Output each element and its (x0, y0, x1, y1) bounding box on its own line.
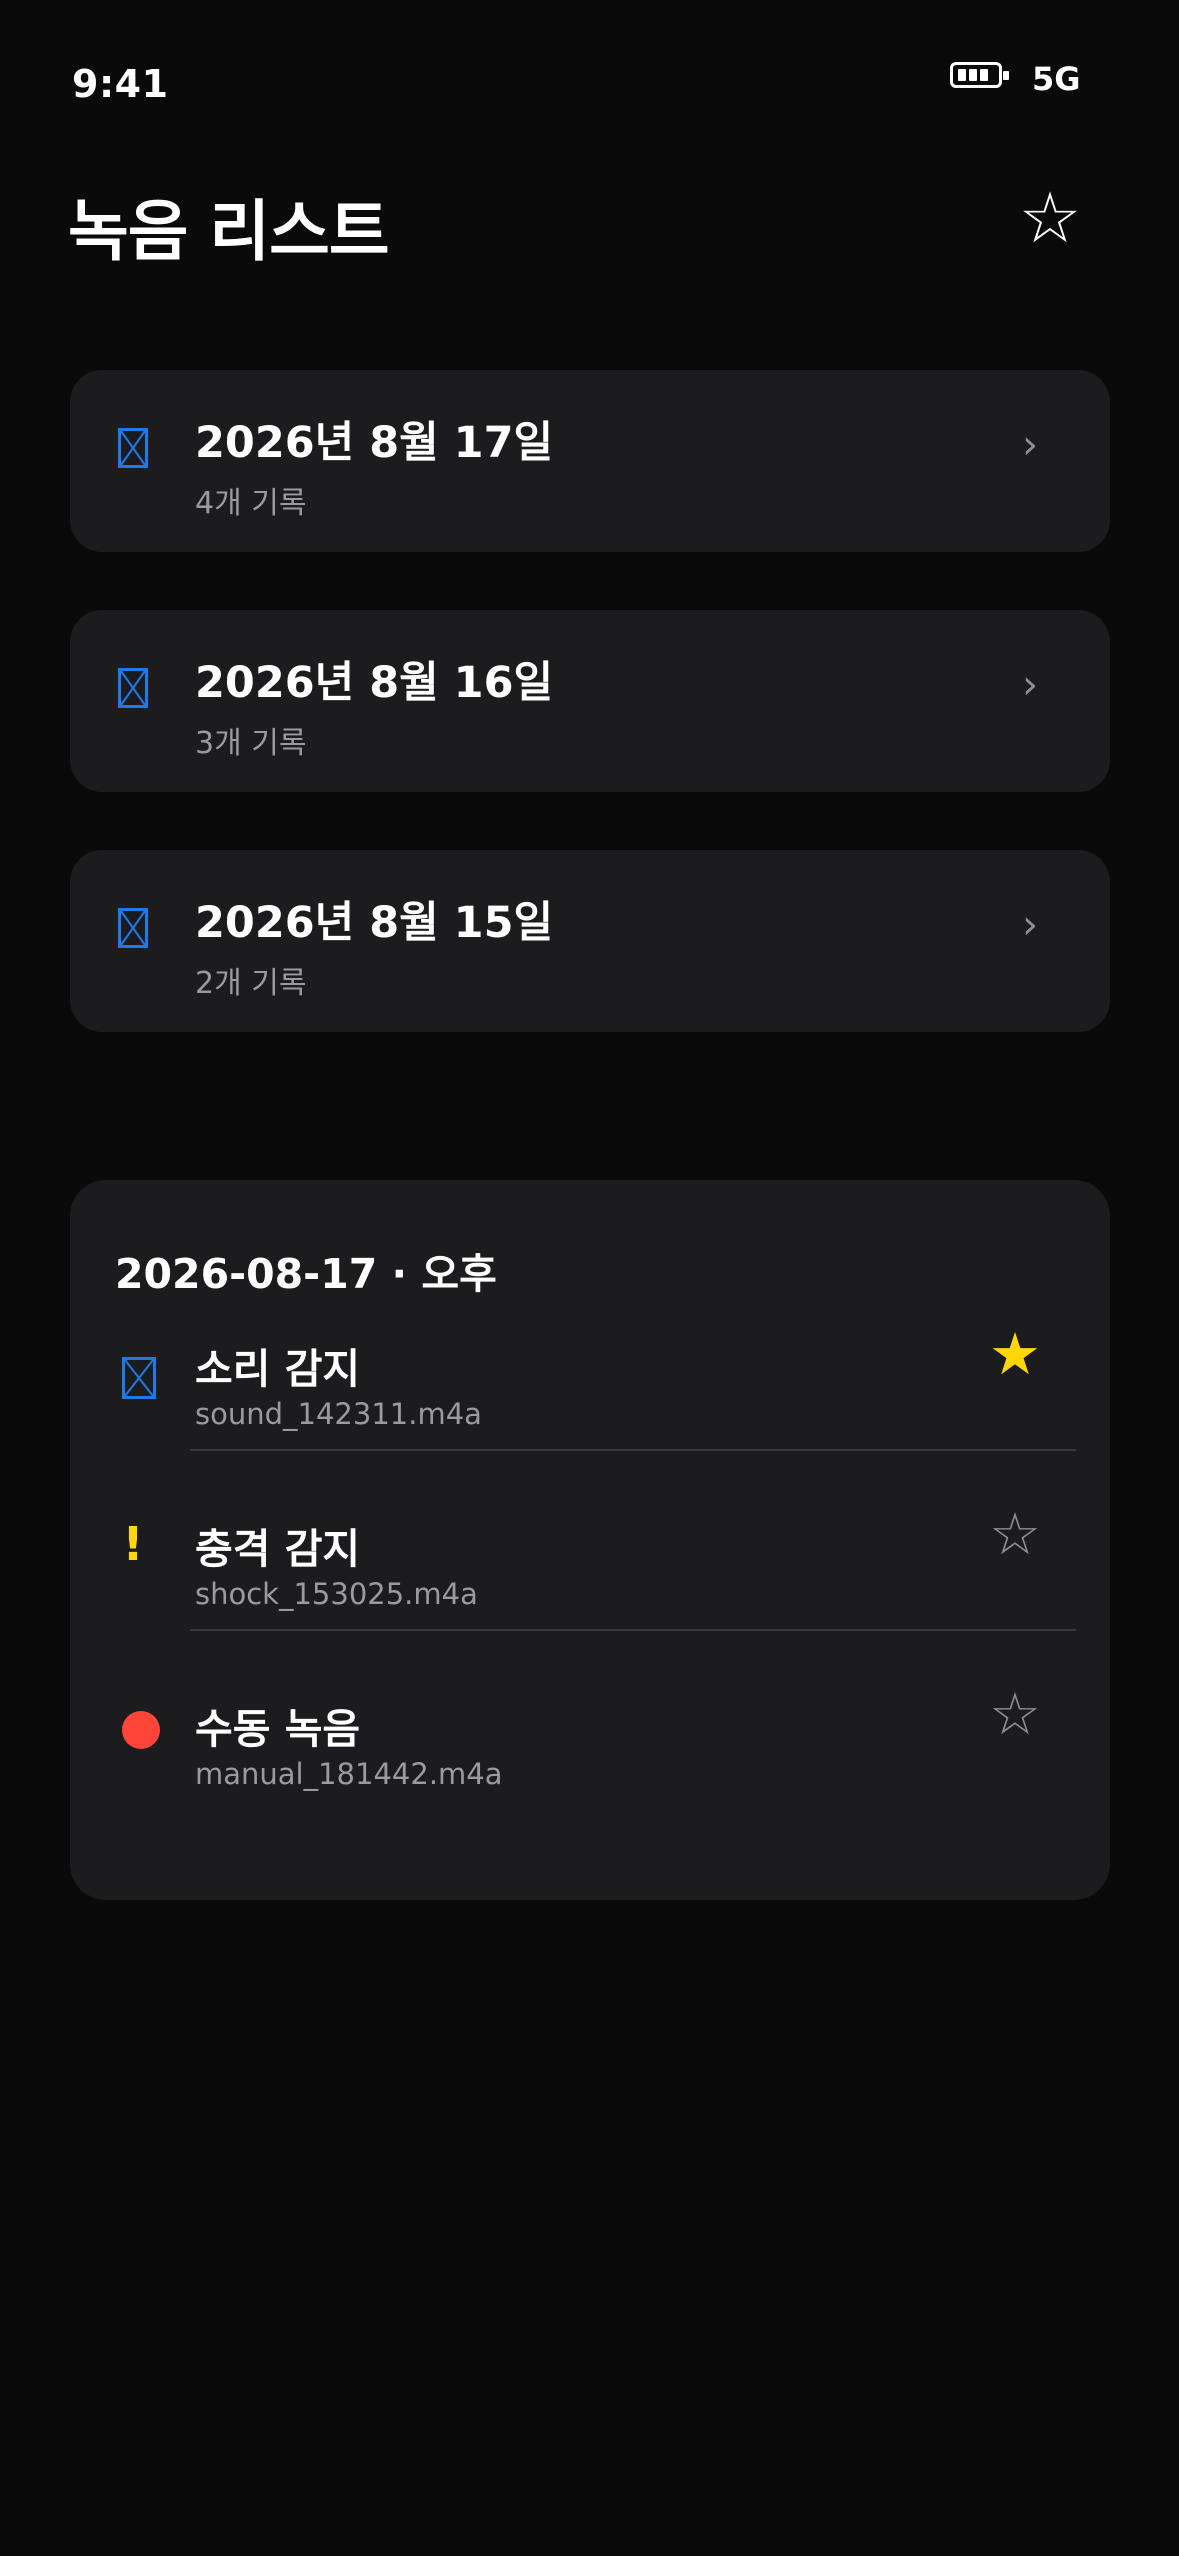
recording-file-icon (118, 428, 148, 468)
record-dot-icon (122, 1711, 160, 1749)
page-title: 녹음 리스트 (68, 193, 390, 270)
detail-header: 2026-08-17 · 오후 (115, 1250, 497, 1298)
recording-filename: shock_153025.m4a (195, 1577, 478, 1611)
battery-icon (950, 62, 1009, 88)
recording-filename: manual_181442.m4a (195, 1757, 503, 1791)
day-date-label: 2026년 8월 17일 (195, 418, 554, 468)
recording-file-icon (118, 668, 148, 708)
day-date-label: 2026년 8월 15일 (195, 898, 554, 948)
shock-alert-icon: ! (122, 1517, 144, 1571)
chevron-right-icon: › (1022, 422, 1038, 468)
recording-item-manual[interactable]: 수동 녹음 manual_181442.m4a ☆ (70, 1680, 1110, 1875)
status-time: 9:41 (72, 62, 169, 106)
divider (190, 1629, 1076, 1631)
network-label: 5G (1032, 60, 1081, 98)
status-bar: 9:41 5G (0, 0, 1179, 160)
chevron-right-icon: › (1022, 662, 1038, 708)
day-record-count: 2개 기록 (195, 966, 307, 1001)
recording-title: 소리 감지 (195, 1345, 361, 1393)
recording-item-shock[interactable]: ! 충격 감지 shock_153025.m4a ☆ (70, 1500, 1110, 1695)
day-date-label: 2026년 8월 16일 (195, 658, 554, 708)
favorites-button[interactable]: ☆ (1012, 180, 1088, 256)
star-outline-icon: ☆ (1018, 177, 1082, 259)
star-filled-icon[interactable]: ★ (980, 1319, 1050, 1389)
recording-detail-panel: 2026-08-17 · 오후 소리 감지 sound_142311.m4a ★… (70, 1180, 1110, 1900)
sound-detect-icon (122, 1357, 156, 1399)
day-card-2026-08-15[interactable]: 2026년 8월 15일 2개 기록 › (70, 850, 1110, 1032)
day-record-count: 4개 기록 (195, 486, 307, 521)
chevron-right-icon: › (1022, 902, 1038, 948)
recording-title: 충격 감지 (195, 1525, 361, 1573)
recording-filename: sound_142311.m4a (195, 1397, 482, 1431)
day-card-2026-08-17[interactable]: 2026년 8월 17일 4개 기록 › (70, 370, 1110, 552)
divider (190, 1449, 1076, 1451)
recording-item-sound[interactable]: 소리 감지 sound_142311.m4a ★ (70, 1320, 1110, 1515)
star-outline-icon[interactable]: ☆ (980, 1679, 1050, 1749)
recording-title: 수동 녹음 (195, 1705, 361, 1753)
day-record-count: 3개 기록 (195, 726, 307, 761)
recording-file-icon (118, 908, 148, 948)
star-outline-icon[interactable]: ☆ (980, 1499, 1050, 1569)
day-card-2026-08-16[interactable]: 2026년 8월 16일 3개 기록 › (70, 610, 1110, 792)
